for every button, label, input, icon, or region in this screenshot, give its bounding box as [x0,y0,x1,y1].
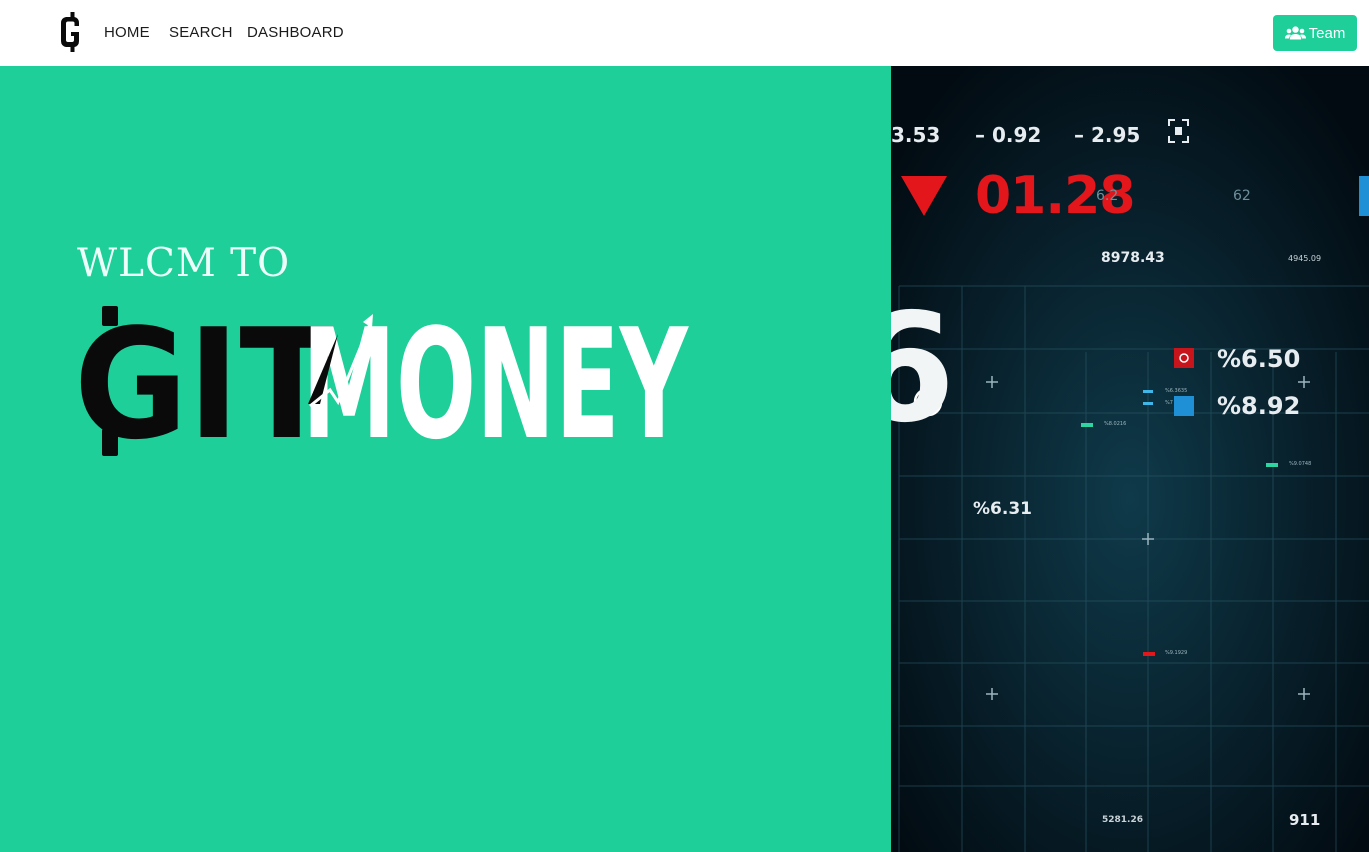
market-big-digit: 6 [891,282,956,456]
nav-search-link[interactable]: SEARCH [169,24,233,41]
market-small-value: 4945.09 [1288,254,1322,263]
market-tiny-label: %9.1929 [1165,650,1188,656]
gitmoney-hero-logo: GIT MONEY [70,294,700,473]
hero-section: WLCM TO GIT MONEY [0,66,891,852]
users-icon [1284,26,1306,40]
gitmoney-logo-icon[interactable] [56,10,84,56]
top-navbar: HOME SEARCH DASHBOARD Team [0,0,1369,66]
market-value: – 2.95 [1074,123,1141,147]
welcome-heading: WLCM TO [77,241,291,286]
market-small-value: 8978.43 [1101,250,1165,266]
market-small-value: 62 [1233,188,1251,204]
nav-dashboard-link[interactable]: DASHBOARD [247,24,344,41]
market-value: – 0.92 [975,123,1042,147]
blue-marker-icon [1174,396,1194,416]
market-percent-value: %8.92 [1217,392,1301,420]
market-tiny-label: %9.0748 [1289,461,1312,467]
logo-part-light: MONEY [302,296,689,464]
red-marker-icon [1174,348,1194,368]
market-tiny-label: %6.3635 [1165,388,1188,394]
market-small-value: 6.2 [1096,188,1119,204]
market-bottom-value: 911 [1289,811,1321,829]
market-value: 3.53 [891,123,941,147]
market-bottom-value: 5281.26 [1102,815,1143,825]
team-button[interactable]: Team [1273,15,1357,51]
team-button-label: Team [1308,24,1346,42]
nav-home-link[interactable]: HOME [104,24,150,41]
market-tiny-label: %8.0216 [1104,421,1127,427]
market-data-image: 3.53 – 0.92 – 2.95 01.28 6.2 62 8978.43 … [891,66,1369,852]
market-percent-value: %6.31 [973,499,1032,519]
market-percent-value: %6.50 [1217,345,1301,373]
market-tiny-label: %7 [1165,400,1173,406]
